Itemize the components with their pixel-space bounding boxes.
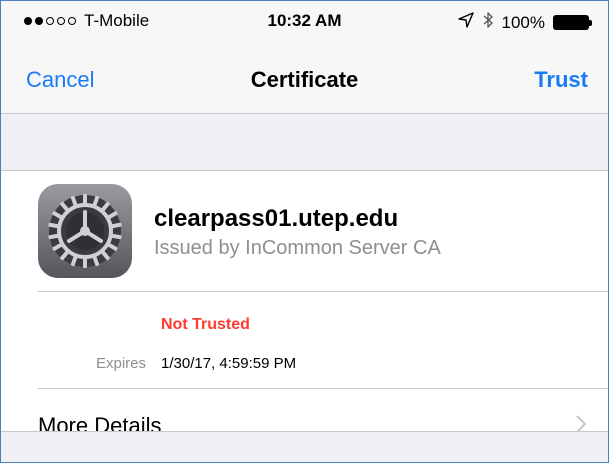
top-bar: T-Mobile 10:32 AM 100% Cancel Certificat… (1, 1, 608, 114)
navigation-bar: Cancel Certificate Trust (1, 41, 608, 113)
divider (38, 291, 608, 292)
certificate-issuer: Issued by InCommon Server CA (154, 237, 441, 259)
more-details-row[interactable]: More Details (1, 389, 608, 438)
section-spacer (1, 114, 608, 171)
trust-status-warning: Not Trusted (161, 316, 250, 333)
bluetooth-icon (482, 11, 494, 34)
phone-screen: T-Mobile 10:32 AM 100% Cancel Certificat… (0, 0, 609, 463)
status-bar: T-Mobile 10:32 AM 100% (1, 1, 608, 41)
trust-button[interactable]: Trust (534, 67, 588, 93)
location-arrow-icon (457, 12, 474, 33)
certificate-card: clearpass01.utep.edu Issued by InCommon … (1, 171, 608, 438)
battery-percent: 100% (501, 12, 545, 32)
battery-icon (553, 15, 592, 30)
page-title: Certificate (250, 67, 359, 92)
section-footer (1, 431, 608, 462)
status-right-group: 100% (457, 11, 592, 34)
settings-gear-icon (38, 184, 132, 278)
expires-label: Expires (95, 355, 146, 372)
expires-value: 1/30/17, 4:59:59 PM (161, 355, 297, 372)
certificate-name: clearpass01.utep.edu (154, 205, 399, 232)
